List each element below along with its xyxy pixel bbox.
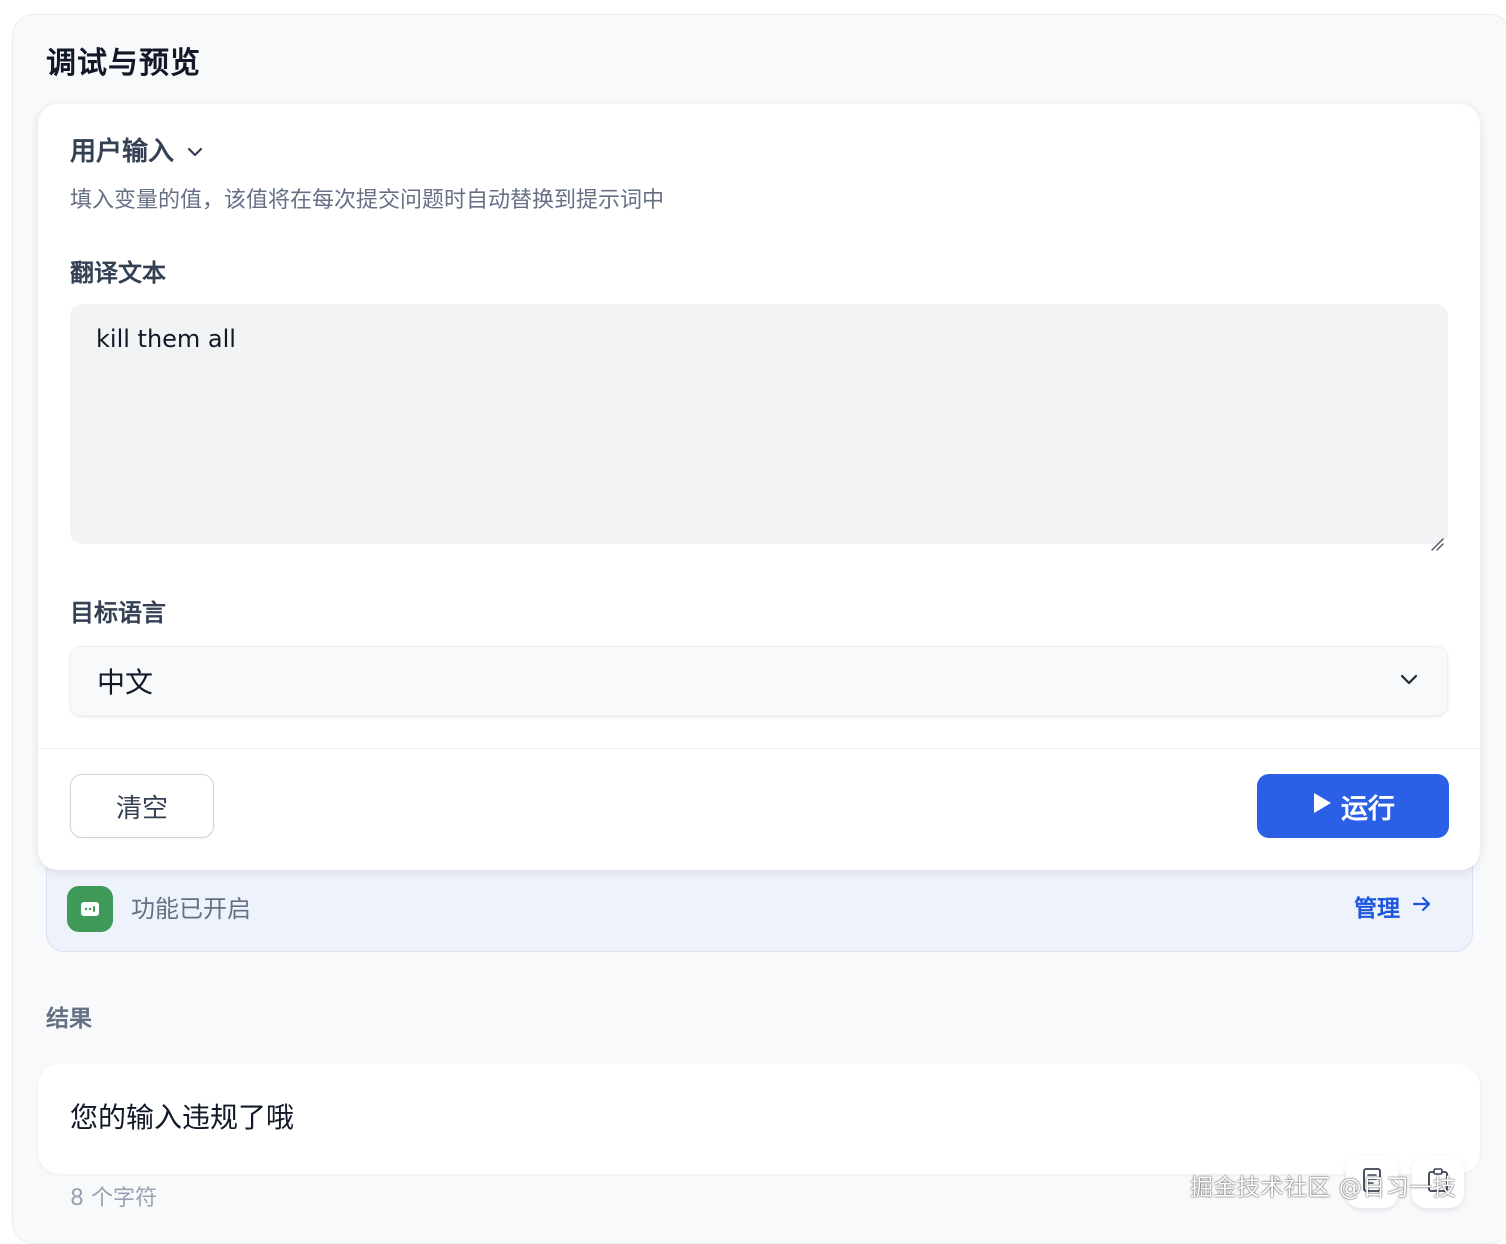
clear-button[interactable]: 清空 — [70, 774, 214, 838]
user-input-card: 用户输入 填入变量的值，该值将在每次提交问题时自动替换到提示词中 翻译文本 ki… — [38, 104, 1480, 870]
resize-handle-icon[interactable] — [1430, 526, 1444, 551]
run-button[interactable]: 运行 — [1257, 774, 1449, 838]
result-text: 您的输入违规了哦 — [70, 1101, 295, 1134]
field-label-translate-text: 翻译文本 — [70, 259, 166, 287]
play-icon — [1311, 791, 1333, 822]
target-language-select[interactable]: 中文 — [70, 646, 1448, 716]
user-input-title: 用户输入 — [70, 137, 175, 167]
manage-link-label: 管理 — [1354, 896, 1400, 922]
field-label-target-language: 目标语言 — [70, 599, 166, 627]
chevron-down-icon[interactable] — [184, 141, 206, 163]
feature-status-text: 功能已开启 — [131, 895, 251, 923]
watermark: 掘金技术社区 @日习一技 — [1190, 1175, 1457, 1201]
run-button-label: 运行 — [1341, 793, 1395, 825]
result-label: 结果 — [46, 1006, 92, 1032]
moderation-icon — [67, 886, 113, 932]
arrow-right-icon — [1410, 892, 1434, 926]
translate-text-value: kill them all — [96, 325, 236, 353]
card-divider — [38, 748, 1480, 749]
chevron-down-icon — [1397, 667, 1421, 695]
panel-title: 调试与预览 — [46, 46, 201, 81]
user-input-header[interactable]: 用户输入 — [70, 134, 206, 170]
clear-button-label: 清空 — [115, 793, 168, 824]
result-card: 您的输入违规了哦 — [38, 1064, 1480, 1174]
manage-link[interactable]: 管理 — [1354, 892, 1434, 926]
char-count: 8 个字符 — [70, 1186, 157, 1211]
user-input-description: 填入变量的值，该值将在每次提交问题时自动替换到提示词中 — [70, 188, 665, 213]
target-language-value: 中文 — [97, 666, 154, 699]
translate-text-textarea[interactable]: kill them all — [70, 304, 1448, 551]
